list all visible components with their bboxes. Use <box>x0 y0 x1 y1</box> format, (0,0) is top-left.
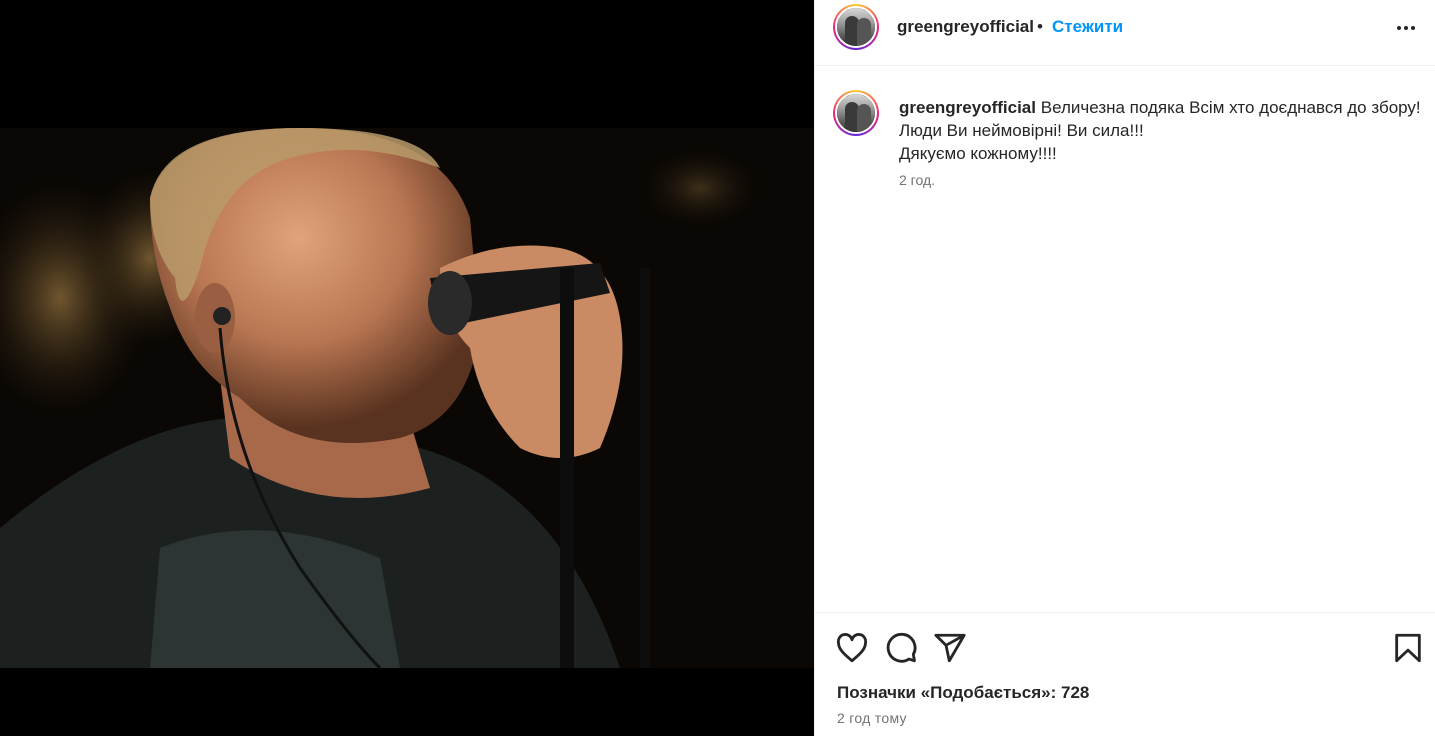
separator-dot: • <box>1037 17 1043 36</box>
send-icon[interactable] <box>933 631 967 665</box>
post-caption: greengreyofficial Величезна подяка Всім … <box>815 66 1435 612</box>
avatar[interactable] <box>833 4 879 50</box>
header-username[interactable]: greengreyofficial <box>897 17 1034 37</box>
post-actions: Позначки «Подобається»: 728 2 год тому <box>815 612 1435 736</box>
bookmark-icon[interactable] <box>1391 631 1425 665</box>
heart-icon[interactable] <box>835 631 869 665</box>
caption-line-1: Величезна подяка Всім хто доєднався до з… <box>1040 98 1421 117</box>
caption-line-3: Дякуємо кожному!!!! <box>899 144 1057 163</box>
post-header: greengreyofficial • Стежити <box>815 0 1435 66</box>
post-details-panel: greengreyofficial • Стежити greengreyoff… <box>814 0 1435 736</box>
caption-avatar[interactable] <box>833 90 879 136</box>
post-media <box>0 0 814 736</box>
more-horizontal-icon[interactable] <box>1390 14 1422 42</box>
caption-timestamp[interactable]: 2 год. <box>899 172 935 188</box>
caption-line-2: Люди Ви неймовірні! Ви сила!!! <box>899 121 1144 140</box>
caption-text: greengreyofficial Величезна подяка Всім … <box>899 96 1429 165</box>
likes-count[interactable]: Позначки «Подобається»: 728 <box>837 683 1089 703</box>
follow-button[interactable]: Стежити <box>1052 17 1123 37</box>
singer-with-microphone-photo <box>0 128 814 668</box>
caption-username[interactable]: greengreyofficial <box>899 98 1036 117</box>
comment-icon[interactable] <box>884 631 918 665</box>
post-photo[interactable] <box>0 128 814 668</box>
post-time-ago: 2 год тому <box>837 710 907 726</box>
